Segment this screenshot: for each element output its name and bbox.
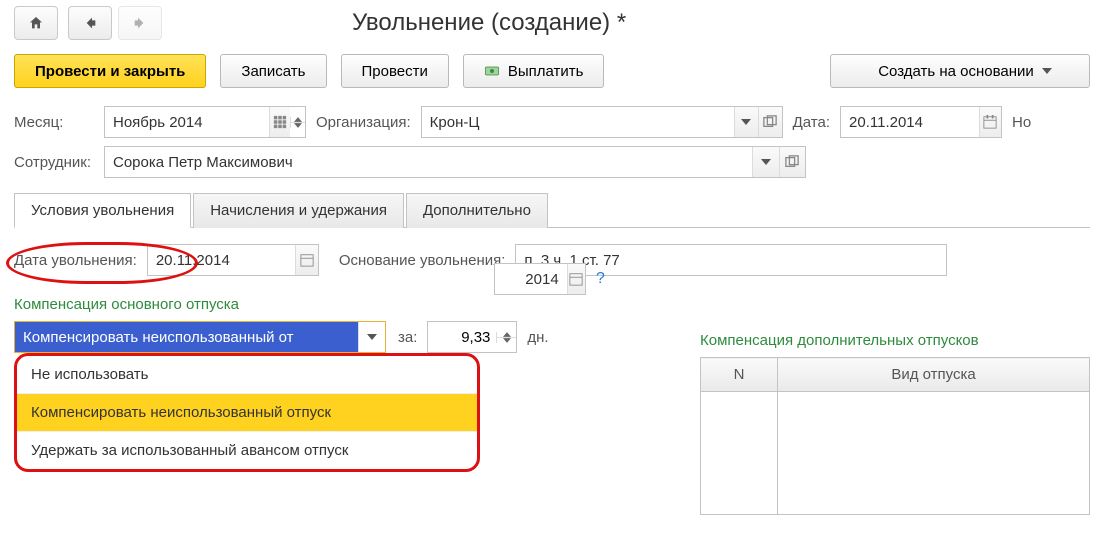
for-label: за: xyxy=(398,329,417,346)
post-and-close-button[interactable]: Провести и закрыть xyxy=(14,54,206,88)
compensation-option-withhold[interactable]: Удержать за использованный авансом отпус… xyxy=(17,431,477,469)
employee-input[interactable] xyxy=(105,147,752,177)
col-n: N xyxy=(701,358,778,392)
compensation-main-title: Компенсация основного отпуска xyxy=(14,296,1090,313)
arrow-right-icon xyxy=(132,15,148,31)
page-title: Увольнение (создание) * xyxy=(352,9,626,37)
extra-vacation-table: N Вид отпуска xyxy=(700,357,1090,515)
spin-down-icon[interactable] xyxy=(496,338,516,343)
days-field[interactable] xyxy=(427,321,517,353)
org-field[interactable] xyxy=(421,106,783,138)
calendar-icon[interactable] xyxy=(295,245,318,275)
col-vacation-type: Вид отпуска xyxy=(778,358,1090,392)
create-based-on-button[interactable]: Создать на основании xyxy=(830,54,1090,88)
tab-accruals[interactable]: Начисления и удержания xyxy=(193,193,404,228)
pay-button[interactable]: Выплатить xyxy=(463,54,605,88)
date-field[interactable] xyxy=(840,106,1002,138)
employee-open-icon[interactable] xyxy=(779,147,805,177)
date-input[interactable] xyxy=(841,107,979,137)
help-icon[interactable]: ? xyxy=(596,270,605,288)
compensation-extra-title: Компенсация дополнительных отпусков xyxy=(700,332,1090,349)
dismiss-date-input[interactable] xyxy=(148,245,295,275)
month-field[interactable] xyxy=(104,106,306,138)
compensation-dropdown: Не использовать Компенсировать неиспольз… xyxy=(14,353,480,472)
number-label: Но xyxy=(1012,114,1031,131)
arrow-left-icon xyxy=(82,15,98,31)
org-open-icon[interactable] xyxy=(758,107,782,137)
employee-dropdown-icon[interactable] xyxy=(752,147,778,177)
org-dropdown-icon[interactable] xyxy=(734,107,758,137)
dismiss-date-field[interactable] xyxy=(147,244,319,276)
month-picker-icon[interactable] xyxy=(269,107,291,137)
spin-down-icon[interactable] xyxy=(290,123,305,128)
compensation-option-none[interactable]: Не использовать xyxy=(17,356,477,393)
days-spinner[interactable] xyxy=(496,332,516,343)
pay-button-label: Выплатить xyxy=(508,63,584,80)
period-end-input[interactable] xyxy=(495,264,567,294)
chevron-down-icon xyxy=(1042,68,1052,74)
period-end-field[interactable] xyxy=(494,263,586,295)
tab-additional[interactable]: Дополнительно xyxy=(406,193,548,228)
calendar-icon[interactable] xyxy=(567,264,585,294)
table-row[interactable] xyxy=(701,392,778,515)
date-label: Дата: xyxy=(793,114,830,131)
home-icon xyxy=(28,15,44,31)
org-input[interactable] xyxy=(422,107,734,137)
compensation-option-compensate[interactable]: Компенсировать неиспользованный отпуск xyxy=(17,393,477,431)
org-label: Организация: xyxy=(316,114,411,131)
employee-field[interactable] xyxy=(104,146,806,178)
tabs: Условия увольнения Начисления и удержани… xyxy=(14,192,1090,228)
calendar-icon[interactable] xyxy=(979,107,1001,137)
back-button[interactable] xyxy=(68,6,112,40)
days-unit: дн. xyxy=(527,329,548,346)
compensation-type-select[interactable]: Компенсировать неиспользованный от Не ис… xyxy=(14,321,386,353)
employee-label: Сотрудник: xyxy=(14,154,94,171)
forward-button[interactable] xyxy=(118,6,162,40)
home-button[interactable] xyxy=(14,6,58,40)
dismiss-reason-label: Основание увольнения: xyxy=(339,252,506,269)
chevron-down-icon[interactable] xyxy=(358,322,385,352)
days-input[interactable] xyxy=(428,329,496,346)
compensation-selected-text: Компенсировать неиспользованный от xyxy=(15,322,358,352)
money-icon xyxy=(484,63,500,79)
table-row[interactable] xyxy=(778,392,1090,515)
month-input[interactable] xyxy=(105,107,269,137)
dismiss-date-label: Дата увольнения: xyxy=(14,252,137,269)
tab-dismissal-conditions[interactable]: Условия увольнения xyxy=(14,193,191,228)
month-spinner[interactable] xyxy=(290,117,305,128)
month-label: Месяц: xyxy=(14,114,94,131)
create-based-label: Создать на основании xyxy=(878,63,1034,80)
post-button[interactable]: Провести xyxy=(341,54,449,88)
save-button[interactable]: Записать xyxy=(220,54,326,88)
